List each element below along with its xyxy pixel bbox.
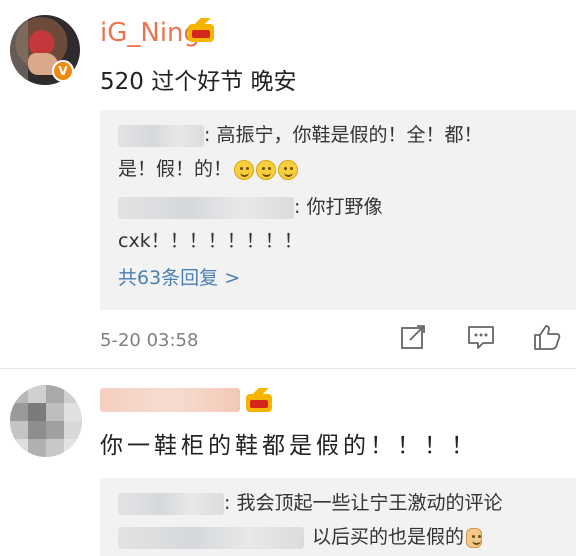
smile-emoji-icon — [234, 159, 255, 180]
avatar[interactable] — [10, 385, 82, 457]
comment-text: 你一鞋柜的鞋都是假的！！！！ — [100, 433, 478, 459]
reply-text: 是！假！的！ — [118, 158, 233, 180]
post-text: 520 过个好节 晚安 — [100, 69, 297, 95]
reply-line: 以后买的也是假的 — [118, 522, 483, 549]
username[interactable]: iG_Ning — [100, 18, 200, 48]
blurred-username — [118, 526, 304, 549]
reply-line: 是！假！的！ — [118, 154, 299, 181]
reply-count-link[interactable]: 共63条回复 > — [118, 263, 240, 290]
crown-icon — [246, 388, 272, 412]
thumbs-up-emoji-icon — [466, 527, 483, 548]
blurred-username[interactable] — [100, 388, 240, 412]
reply-line: cxk！！！！！！！！ — [118, 226, 303, 253]
blurred-username — [118, 492, 224, 515]
divider — [0, 368, 576, 369]
comment-icon[interactable] — [466, 322, 496, 352]
reply-text: cxk！！！！！！！！ — [118, 230, 303, 252]
smile-emoji-icon — [256, 159, 277, 180]
reply-text: 以后买的也是假的 — [312, 526, 465, 548]
reply-line: : 高振宁，你鞋是假的！全！都！ — [118, 120, 482, 147]
crown-icon — [188, 18, 214, 42]
reply-box[interactable]: : 高振宁，你鞋是假的！全！都！ 是！假！的！ : 你打野像 cxk！！！！！！… — [100, 110, 576, 310]
blurred-username — [118, 124, 204, 147]
share-icon[interactable] — [398, 322, 428, 352]
reply-line: : 我会顶起一些让宁王激动的评论 — [118, 488, 502, 515]
blurred-username — [118, 196, 294, 219]
reply-text: : 你打野像 — [294, 196, 383, 218]
verified-badge-icon: V — [52, 60, 74, 82]
like-icon[interactable] — [532, 322, 562, 352]
timestamp: 5-20 03:58 — [100, 330, 199, 351]
avatar-background — [10, 15, 28, 85]
reply-box[interactable]: : 我会顶起一些让宁王激动的评论 以后买的也是假的 — [100, 478, 576, 556]
reply-line: : 你打野像 — [118, 192, 382, 219]
reply-text: : 高振宁，你鞋是假的！全！都！ — [204, 124, 483, 146]
smile-emoji-icon — [278, 159, 299, 180]
reply-text: : 我会顶起一些让宁王激动的评论 — [224, 492, 503, 514]
